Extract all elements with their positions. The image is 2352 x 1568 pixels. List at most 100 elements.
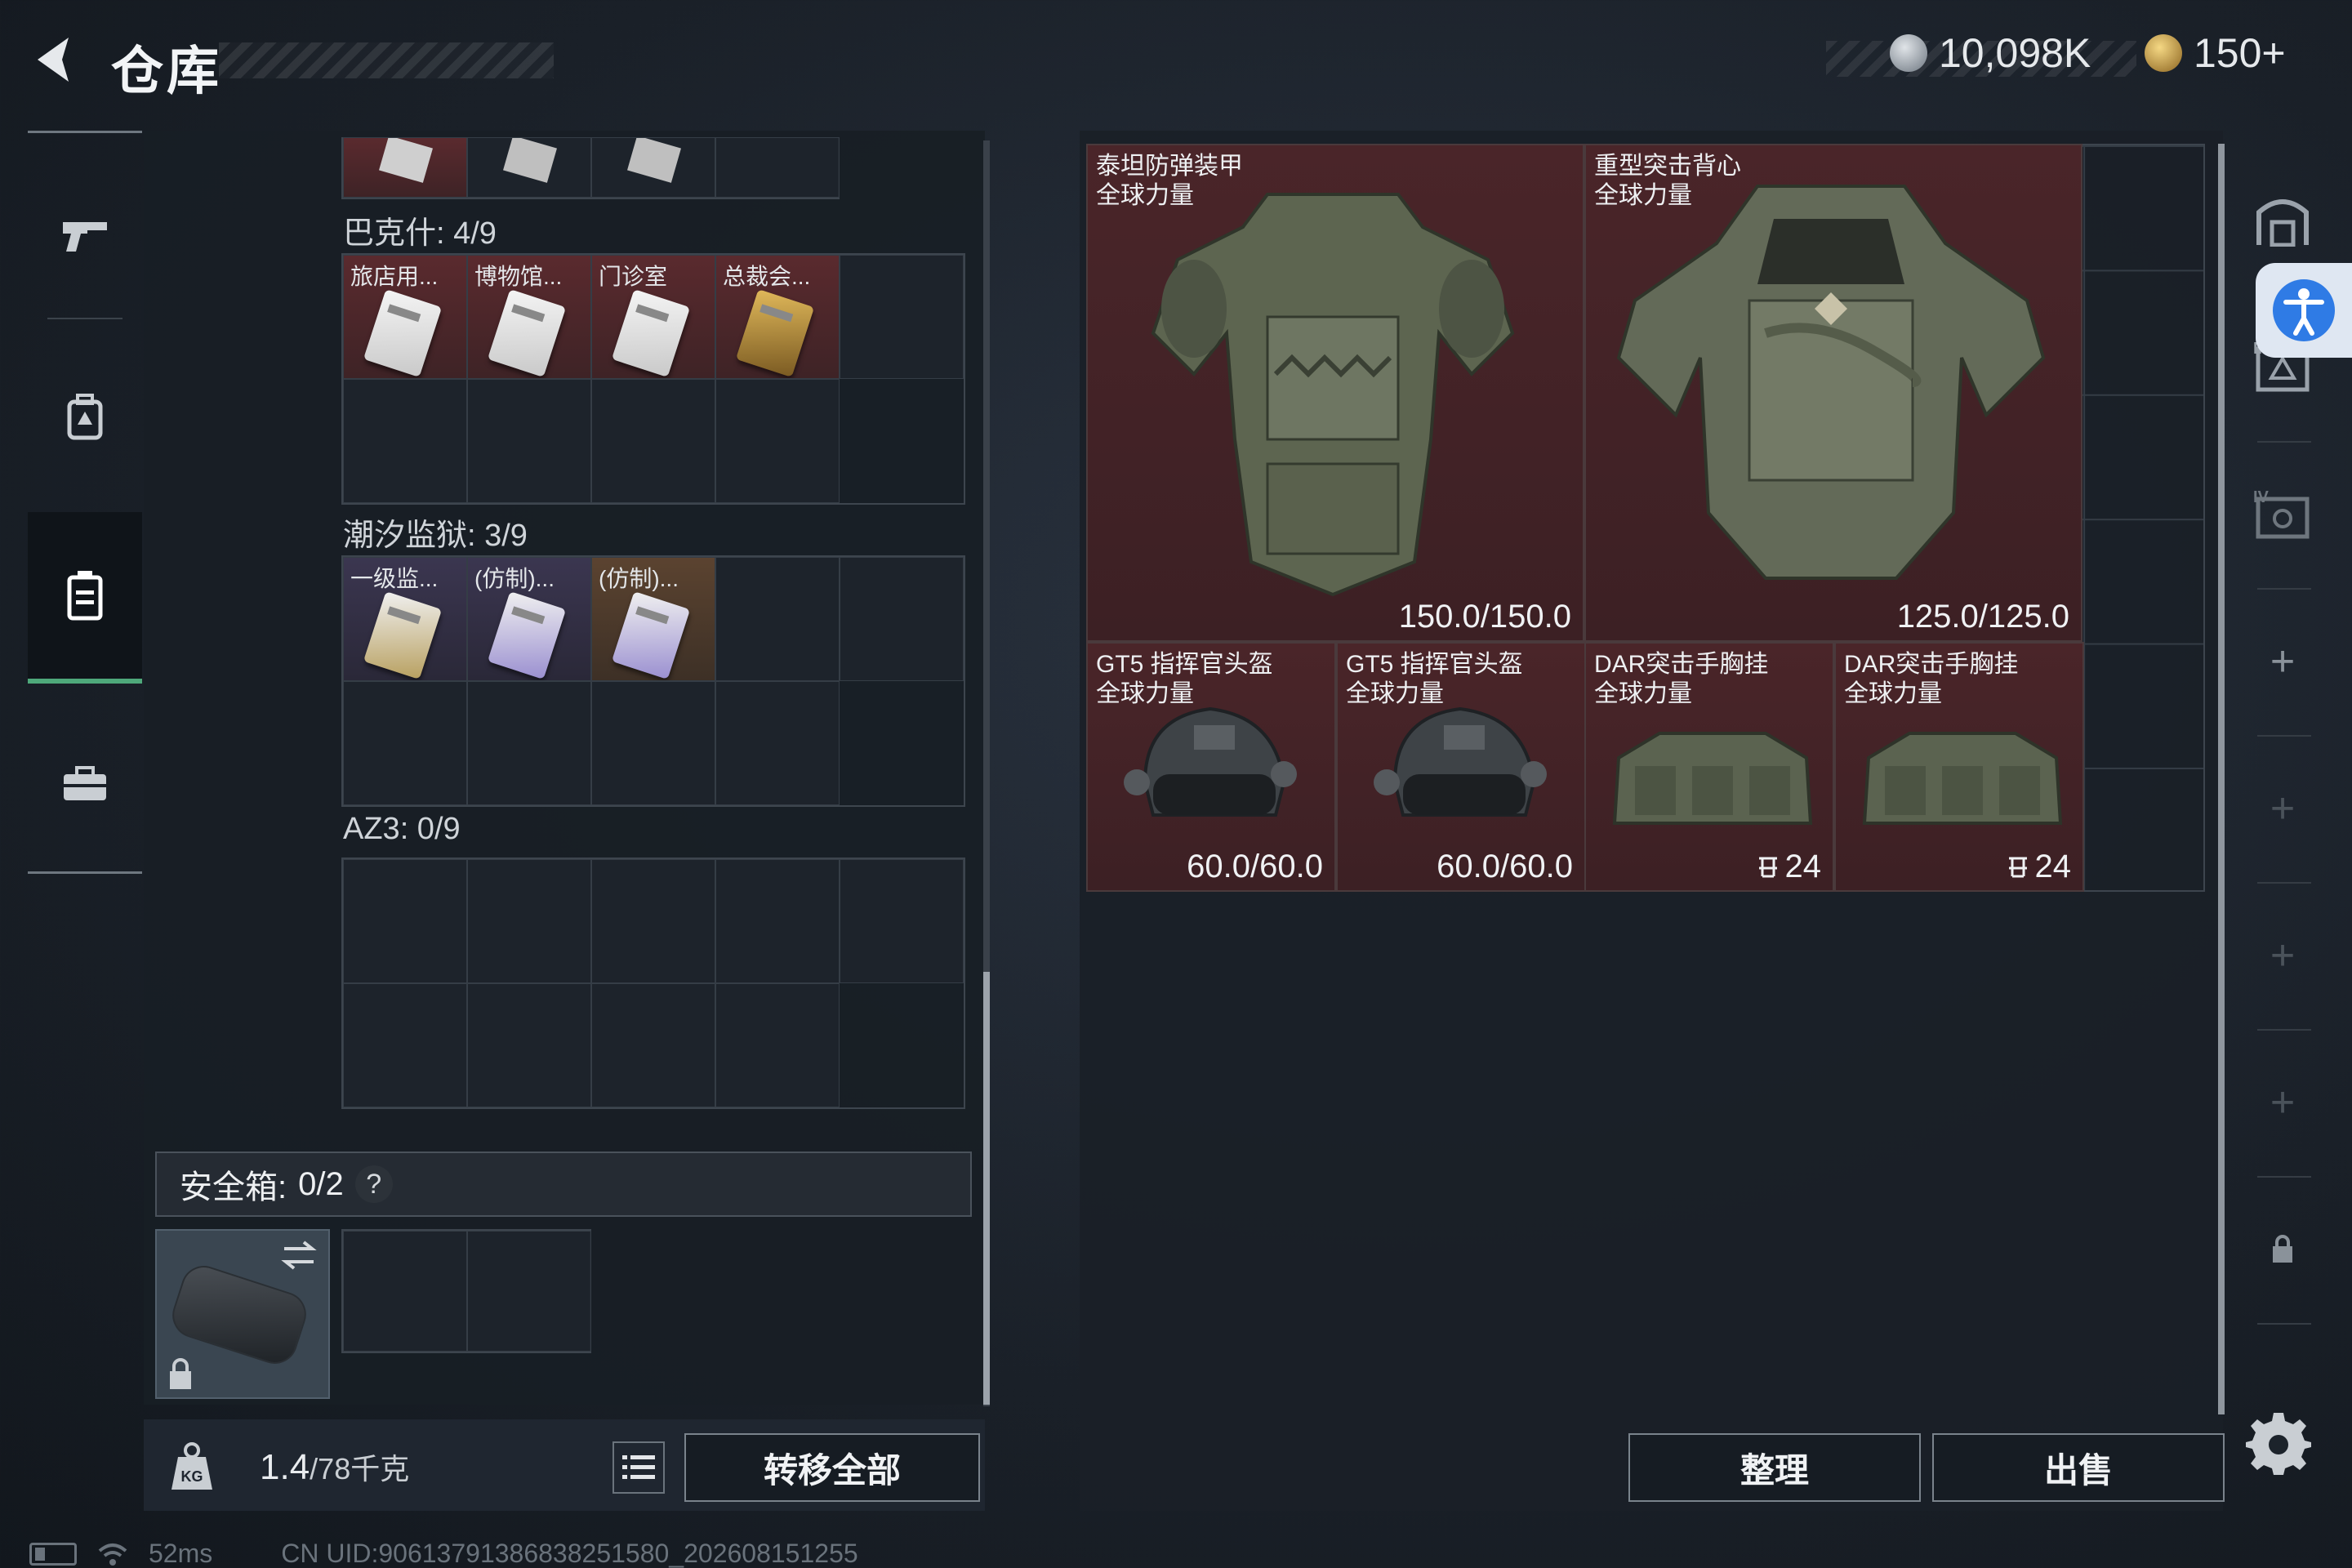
wifi-icon bbox=[98, 1543, 127, 1566]
settings-gear-icon[interactable] bbox=[2246, 1410, 2311, 1475]
grid-cell[interactable] bbox=[715, 983, 840, 1107]
grid-gap bbox=[840, 379, 964, 503]
keycard-icon bbox=[735, 289, 815, 377]
item-tag: 全球力量 bbox=[1594, 680, 1692, 707]
accessibility-icon bbox=[2273, 279, 2335, 341]
grid-cell[interactable] bbox=[840, 557, 964, 681]
grid-cell[interactable] bbox=[591, 983, 715, 1107]
locked-stash-tab[interactable] bbox=[2238, 1176, 2328, 1323]
keycard-slot[interactable]: 门诊室 bbox=[591, 255, 715, 379]
grid-cell[interactable] bbox=[467, 983, 591, 1107]
add-stash-tab[interactable]: + bbox=[2238, 882, 2328, 1029]
keycard-slot[interactable]: 旅店用... bbox=[343, 255, 467, 379]
item-durability: 150.0/150.0 bbox=[1398, 599, 1571, 635]
uid-text: CN UID:906137913868382515​80_20260815125… bbox=[281, 1539, 858, 1568]
section-grid-az3 bbox=[341, 858, 965, 1109]
nav-container[interactable] bbox=[28, 512, 142, 684]
stash-page-icon: IV bbox=[2253, 488, 2310, 539]
grid-cell[interactable] bbox=[343, 859, 467, 983]
grid-cell[interactable] bbox=[591, 859, 715, 983]
grid-cell[interactable] bbox=[715, 137, 840, 198]
grid-cell[interactable] bbox=[840, 859, 964, 983]
list-icon bbox=[622, 1455, 655, 1479]
sell-button[interactable]: 出售 bbox=[1932, 1433, 2225, 1502]
stash-scrollbar[interactable] bbox=[2218, 144, 2225, 1414]
help-icon[interactable]: ? bbox=[354, 1165, 393, 1203]
previous-section-grid bbox=[341, 137, 840, 199]
add-stash-tab[interactable]: + bbox=[2238, 588, 2328, 735]
grid-cell[interactable] bbox=[467, 1231, 591, 1352]
safe-case-image bbox=[166, 1259, 313, 1370]
section-label-bakesh: 巴克什: 4/9 bbox=[343, 216, 497, 251]
inventory-scroll-thumb[interactable] bbox=[983, 972, 990, 1405]
nav-toolbox[interactable] bbox=[28, 698, 142, 870]
plus-icon: + bbox=[2270, 785, 2296, 832]
keycard-slot[interactable]: 总裁会... bbox=[715, 255, 840, 379]
keycard-slot[interactable]: 博物馆... bbox=[467, 255, 591, 379]
status-bar: 52ms CN UID:906137913868382515​80_202608… bbox=[29, 1539, 858, 1568]
grid-cell[interactable] bbox=[467, 859, 591, 983]
page-title: 仓库 bbox=[111, 42, 222, 100]
grid-cell[interactable] bbox=[467, 137, 591, 198]
grid-cell[interactable] bbox=[343, 379, 467, 503]
swap-icon[interactable] bbox=[279, 1237, 318, 1273]
list-view-button[interactable] bbox=[612, 1441, 665, 1494]
item-durability: 60.0/60.0 bbox=[1187, 849, 1323, 884]
container-icon bbox=[67, 571, 103, 621]
stash-item-vest[interactable]: 重型突击背心 全球力量 125.0/125.0 bbox=[1584, 144, 2082, 642]
gold-currency[interactable]: 150+ bbox=[2145, 29, 2286, 77]
grid-cell[interactable] bbox=[467, 379, 591, 503]
section-grid-bakesh: 旅店用... 博物馆... 门诊室 总裁会... bbox=[341, 253, 965, 505]
stash-item-chest-rig[interactable]: DAR突击手胸挂 全球力量 24 bbox=[1584, 642, 1834, 892]
grid-cell[interactable] bbox=[840, 255, 964, 379]
weight-value: 1.4 bbox=[260, 1447, 310, 1487]
grid-cell[interactable] bbox=[591, 379, 715, 503]
grid-cell[interactable] bbox=[715, 681, 840, 805]
stash-item-helmet[interactable]: GT5 指挥官头盔 全球力量 60.0/60.0 bbox=[1336, 642, 1586, 892]
keycard-slot[interactable]: 一级监... bbox=[343, 557, 467, 681]
safe-box-item[interactable] bbox=[155, 1229, 330, 1399]
sort-button[interactable]: 整理 bbox=[1628, 1433, 1921, 1502]
safe-box-label: 安全箱: bbox=[180, 1169, 287, 1205]
weight-readout: 1.4/78千克 bbox=[260, 1446, 409, 1488]
nav-backpack[interactable] bbox=[28, 331, 142, 502]
grid-cell[interactable] bbox=[715, 557, 840, 681]
nav-weapons[interactable] bbox=[28, 149, 142, 321]
gun-icon bbox=[63, 222, 107, 252]
grid-cell[interactable] bbox=[467, 681, 591, 805]
grid-cell[interactable] bbox=[591, 681, 715, 805]
grid-cell[interactable] bbox=[343, 983, 467, 1107]
grid-cell[interactable] bbox=[591, 137, 715, 198]
battery-icon bbox=[29, 1542, 77, 1566]
keycard-slot[interactable]: (仿制)... bbox=[467, 557, 591, 681]
lock-icon bbox=[2273, 1235, 2292, 1263]
ping-text: 52ms bbox=[149, 1539, 213, 1568]
keycard-icon bbox=[487, 591, 567, 679]
keycard-slot[interactable]: (仿制)... bbox=[591, 557, 715, 681]
title-decoration bbox=[219, 42, 554, 78]
capacity-icon bbox=[2008, 857, 2027, 877]
add-stash-tab[interactable]: + bbox=[2238, 1029, 2328, 1176]
grid-cell[interactable] bbox=[343, 137, 467, 198]
helmet-image bbox=[1374, 706, 1547, 817]
transfer-all-button[interactable]: 转移全部 bbox=[684, 1433, 980, 1502]
accessibility-button[interactable] bbox=[2256, 263, 2352, 358]
back-icon[interactable] bbox=[26, 31, 83, 88]
stash-tab-4[interactable]: IV bbox=[2238, 441, 2328, 588]
svg-text:KG: KG bbox=[181, 1468, 203, 1485]
safe-box-grid bbox=[341, 1229, 591, 1353]
grid-cell[interactable] bbox=[715, 379, 840, 503]
stash-item-helmet[interactable]: GT5 指挥官头盔 全球力量 60.0/60.0 bbox=[1086, 642, 1336, 892]
stash-item-armor[interactable]: 泰坦防弹装甲 全球力量 150.0/150.0 bbox=[1086, 144, 1584, 642]
grid-cell[interactable] bbox=[715, 859, 840, 983]
chest-rig-image bbox=[1862, 732, 2063, 825]
vest-image bbox=[1616, 185, 2046, 580]
item-name: DAR突击手胸挂 bbox=[1844, 651, 2019, 678]
plus-icon: + bbox=[2270, 932, 2296, 979]
grid-cell[interactable] bbox=[343, 1231, 467, 1352]
stash-item-chest-rig[interactable]: DAR突击手胸挂 全球力量 24 bbox=[1834, 642, 2084, 892]
item-capacity: 24 bbox=[1756, 849, 1821, 885]
section-grid-tide-prison: 一级监... (仿制)... (仿制)... bbox=[341, 555, 965, 807]
add-stash-tab[interactable]: + bbox=[2238, 735, 2328, 882]
grid-cell[interactable] bbox=[343, 681, 467, 805]
